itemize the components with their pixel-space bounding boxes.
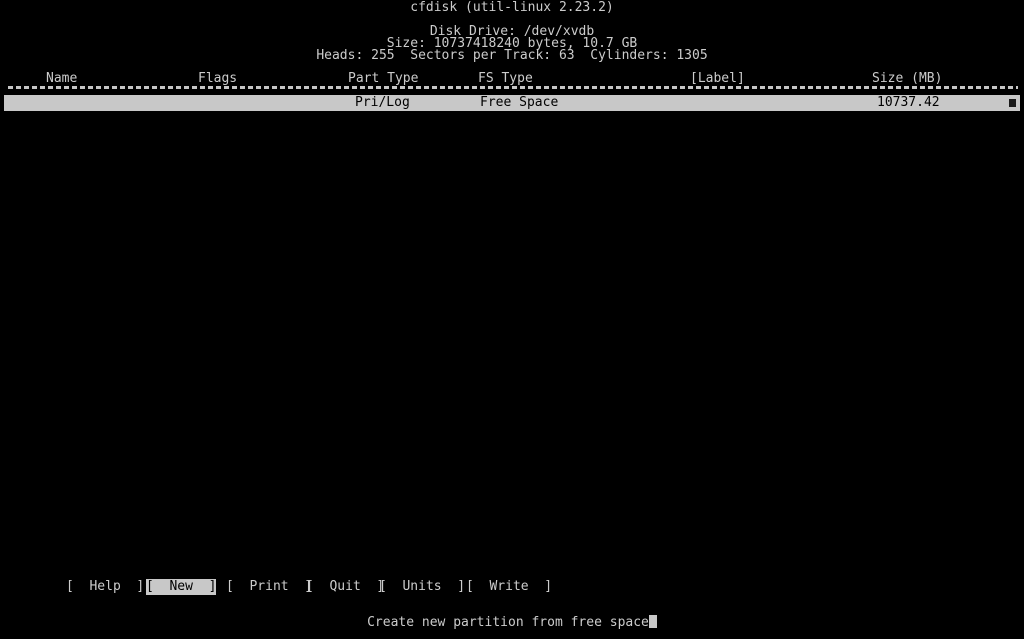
partition-table-header: Name Flags Part Type FS Type [Label] Siz… xyxy=(0,71,1024,86)
bracket-open: [ xyxy=(466,579,474,594)
partition-cell-fs-type: Free Space xyxy=(480,95,559,110)
bracket-open: [ xyxy=(146,579,154,594)
menu-padding xyxy=(74,579,90,595)
menu-button-units[interactable]: [ Units ] xyxy=(379,579,465,595)
column-header-name: Name xyxy=(46,71,78,86)
bracket-open: [ xyxy=(226,579,234,594)
bracket-open: [ xyxy=(66,579,74,594)
partition-list: Pri/Log Free Space 10737.42 xyxy=(0,95,1024,565)
table-separator-line xyxy=(8,86,1018,89)
menu-button-label: Help xyxy=(89,579,121,594)
column-header-part-type: Part Type xyxy=(348,71,419,86)
menu-padding xyxy=(193,579,209,595)
row-selection-marker-icon xyxy=(1009,99,1016,107)
menu-button-label: Print xyxy=(249,579,289,594)
menu-padding xyxy=(361,579,377,595)
text-cursor xyxy=(648,615,657,628)
menu-padding xyxy=(442,579,458,595)
menu-button-new[interactable]: [ New ] xyxy=(146,579,217,595)
cfdisk-terminal-screen: cfdisk (util-linux 2.23.2) Disk Drive: /… xyxy=(0,0,1024,639)
menu-padding xyxy=(154,579,170,595)
column-header-size: Size (MB) xyxy=(872,71,943,86)
menu-padding xyxy=(387,579,403,595)
menu-button-help[interactable]: [ Help ] xyxy=(66,579,144,595)
bracket-close: ] xyxy=(457,579,466,594)
column-header-flags: Flags xyxy=(198,71,238,86)
partition-cell-size: 10737.42 xyxy=(877,95,940,110)
cylinders-value: Cylinders: 1305 xyxy=(590,48,708,63)
status-line: Create new partition from free space xyxy=(0,615,1024,631)
partition-row[interactable]: Pri/Log Free Space 10737.42 xyxy=(4,95,1020,111)
menu-button-label: Quit xyxy=(329,579,361,594)
menu-button-label: Write xyxy=(489,579,529,594)
menu-bar: [ Help ][ New ][ Print ][ Quit ][ Units … xyxy=(0,579,1024,595)
menu-button-quit[interactable]: [ Quit ] xyxy=(306,579,384,595)
bracket-close: ] xyxy=(544,579,553,594)
sectors-per-track-value: Sectors per Track: 63 xyxy=(410,48,575,63)
status-message: Create new partition from free space xyxy=(367,615,649,630)
menu-padding xyxy=(474,579,490,595)
menu-padding xyxy=(121,579,137,595)
disk-geometry-line: Heads: 255 Sectors per Track: 63 Cylinde… xyxy=(0,48,1024,64)
menu-padding xyxy=(289,579,305,595)
column-header-label: [Label] xyxy=(690,71,745,86)
bracket-open: [ xyxy=(306,579,314,594)
menu-button-label: Units xyxy=(402,579,442,594)
bracket-open: [ xyxy=(379,579,387,594)
partition-cell-part-type: Pri/Log xyxy=(355,95,410,110)
menu-padding xyxy=(314,579,330,595)
app-title: cfdisk (util-linux 2.23.2) xyxy=(410,0,614,15)
bracket-close: ] xyxy=(136,579,145,594)
menu-padding xyxy=(529,579,545,595)
heads-value: Heads: 255 xyxy=(316,48,395,63)
column-header-fs-type: FS Type xyxy=(478,71,533,86)
menu-button-print[interactable]: [ Print ] xyxy=(226,579,312,595)
bracket-close: ] xyxy=(208,579,217,594)
menu-padding xyxy=(234,579,250,595)
menu-button-write[interactable]: [ Write ] xyxy=(466,579,552,595)
menu-button-label: New xyxy=(169,579,193,594)
